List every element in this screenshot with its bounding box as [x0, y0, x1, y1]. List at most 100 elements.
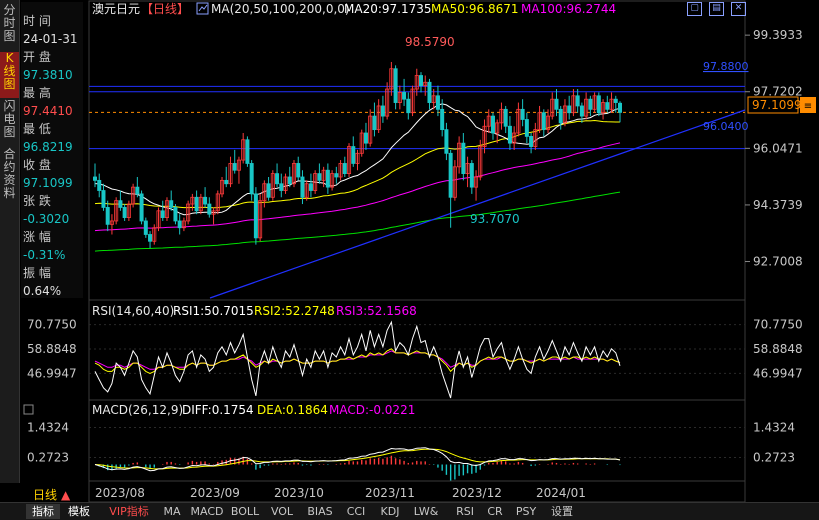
candle-body — [279, 183, 284, 191]
candle-body — [160, 210, 165, 218]
candle-body — [207, 203, 212, 215]
rsi-tick-label-left: 46.9947 — [27, 366, 77, 380]
chart-type-glyph — [198, 4, 208, 12]
macd-tick-label-left: 1.4324 — [27, 420, 69, 434]
candle-body — [575, 95, 580, 107]
candle-body — [97, 179, 102, 191]
candle-body — [275, 173, 280, 185]
chart-canvas: 99.393397.720296.047194.373992.70082023/… — [23, 0, 816, 503]
tab-lwr[interactable]: LW& — [412, 504, 440, 519]
candle-body — [308, 183, 313, 191]
pct-label: 涨 幅 — [23, 230, 51, 244]
symbol-title: 澳元日元 — [92, 2, 140, 16]
time-axis-label: 2023/08 — [95, 486, 145, 500]
candle-body — [558, 108, 563, 124]
time-value: 24-01-31 — [23, 32, 78, 46]
candle-body — [351, 146, 356, 164]
candle-body — [419, 75, 424, 87]
tab-cr[interactable]: CR — [484, 504, 506, 519]
candle-body — [93, 176, 98, 181]
tab-rsi[interactable]: RSI — [452, 504, 478, 519]
candle-body — [169, 200, 174, 208]
change-value: -0.3020 — [23, 212, 70, 226]
ma100-value: MA100:96.2744 — [521, 2, 616, 16]
time-axis-label: 2024/01 — [536, 486, 586, 500]
candle-body — [406, 98, 411, 114]
candle-body — [372, 115, 377, 131]
candle-body — [461, 142, 466, 175]
layout-icon[interactable]: ▤ — [709, 2, 724, 16]
rsi-params: RSI(14,60,40) — [92, 304, 174, 318]
high-value: 97.4410 — [23, 104, 73, 118]
tab-timeshare[interactable]: 分时图 — [0, 4, 19, 50]
amplitude-label: 振 幅 — [23, 266, 51, 280]
candle-body — [194, 196, 199, 212]
candle-body — [448, 152, 453, 198]
candle-body — [435, 95, 440, 110]
candle-body — [613, 98, 618, 103]
candle-body — [490, 115, 495, 134]
candle-body — [224, 179, 229, 185]
restore-icon[interactable]: ▢ — [687, 2, 702, 16]
price-tick-label: 99.3933 — [753, 28, 803, 42]
tab-flash[interactable]: 闪电图 — [0, 100, 19, 146]
tab-psy[interactable]: PSY — [512, 504, 540, 519]
candle-body — [402, 92, 407, 100]
ma50-value: MA50:96.8671 — [431, 2, 519, 16]
macd-tick-label-left: 0.2723 — [27, 450, 69, 464]
candle-body — [148, 234, 153, 242]
tab-ma[interactable]: MA — [160, 504, 184, 519]
tab-boll[interactable]: BOLL — [229, 504, 261, 519]
candle-body — [177, 220, 182, 229]
rsi-tick-label-right: 70.7750 — [753, 318, 803, 332]
candle-body — [554, 98, 559, 110]
macd-plot — [89, 426, 745, 481]
low-label: 最 低 — [23, 122, 51, 136]
macd-collapse-icon[interactable] — [23, 404, 34, 415]
ma200-line — [94, 191, 621, 252]
candle-body — [567, 105, 572, 114]
candle-body — [135, 186, 140, 195]
chart-type-icon[interactable] — [196, 2, 209, 15]
macd-tick-label-right: 1.4324 — [753, 420, 795, 434]
candle-body — [440, 108, 445, 131]
tab-vol[interactable]: VOL — [268, 504, 296, 519]
candle-body — [444, 129, 449, 154]
candle-body — [287, 176, 292, 185]
tab-settings[interactable]: 设置 — [546, 504, 578, 519]
open-value: 97.3810 — [23, 68, 73, 82]
tab-indicator[interactable]: 指标 — [26, 504, 60, 519]
tab-vip-indicator[interactable]: VIP指标 — [103, 504, 155, 519]
left-tabs: 分时图 K线图 闪电图 合约资料 — [0, 0, 20, 483]
tab-bias[interactable]: BIAS — [304, 504, 336, 519]
tab-kdj[interactable]: KDJ — [376, 504, 404, 519]
candle-body — [249, 163, 254, 195]
price-tick-label: 96.0471 — [753, 141, 803, 155]
amplitude-value: 0.64% — [23, 284, 62, 298]
time-axis-label: 2023/10 — [274, 486, 324, 500]
candle-body — [173, 207, 178, 222]
time-axis-label: 2023/12 — [452, 486, 502, 500]
macd-tick-label-right: 0.2723 — [753, 450, 795, 464]
high-annotation: 98.5790 — [405, 35, 455, 49]
period-arrow-icon[interactable]: ▲ — [61, 488, 70, 502]
rsi-plot — [89, 320, 745, 399]
bottom-period-text: 日线 — [33, 488, 58, 502]
candle-body — [503, 108, 508, 127]
tab-contract-info[interactable]: 合约资料 — [0, 148, 19, 208]
tab-macd[interactable]: MACD — [190, 504, 224, 519]
bottom-period-label[interactable]: 日线 ▲ — [33, 486, 70, 503]
price-tick-label: 94.3739 — [753, 198, 803, 212]
close-icon[interactable]: ✕ — [731, 2, 746, 16]
price-tag-glyph: ≡ — [804, 101, 812, 112]
axes: 99.393397.720296.047194.373992.70082023/… — [27, 28, 803, 500]
tab-cci[interactable]: CCI — [342, 504, 370, 519]
candle-body — [325, 169, 330, 188]
tab-kline[interactable]: K线图 — [0, 52, 19, 98]
candle-body — [380, 105, 385, 117]
rsi1-value: RSI1:50.7015 — [173, 304, 254, 318]
ma-params: MA(20,50,100,200,0,0) — [211, 2, 350, 16]
close-value: 97.1099 — [23, 176, 73, 190]
tab-template[interactable]: 模板 — [62, 504, 96, 519]
ma20-value: MA20:97.1735 — [344, 2, 432, 16]
